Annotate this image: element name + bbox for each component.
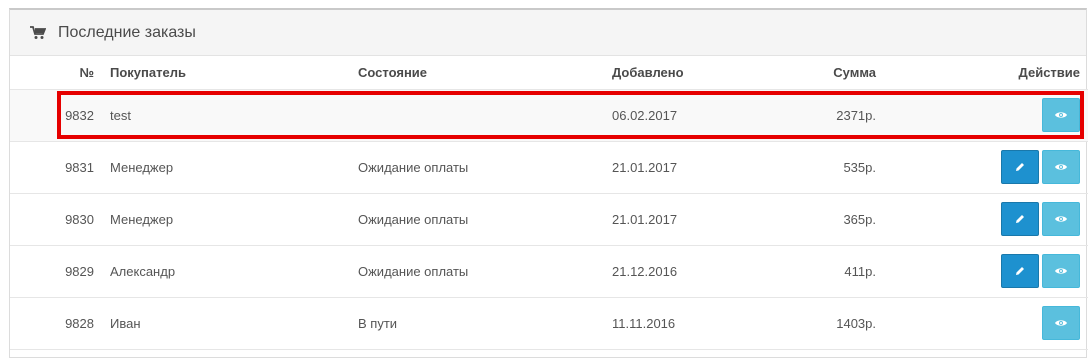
order-total: 2371р. (744, 89, 884, 142)
order-total: 1403р. (744, 297, 884, 350)
order-date: 11.11.2016 (604, 297, 744, 350)
eye-icon (1055, 164, 1067, 170)
order-customer: Александр (102, 245, 350, 298)
eye-icon (1055, 320, 1067, 326)
order-total: 411р. (744, 245, 884, 298)
order-status: Ожидание оплаты (350, 141, 604, 194)
order-status: В пути (350, 297, 604, 350)
recent-orders-panel: Последние заказы № Покупатель Состояние … (9, 8, 1088, 358)
order-customer: Иван (102, 297, 350, 350)
panel-title: Последние заказы (58, 23, 196, 41)
order-id: 9830 (10, 193, 102, 246)
table-row: 9832 test 06.02.2017 2371р. (10, 89, 1088, 142)
column-header-customer[interactable]: Покупатель (102, 56, 350, 90)
table-row: 9830 Менеджер Ожидание оплаты 21.01.2017… (10, 193, 1088, 246)
order-date: 21.01.2017 (604, 141, 744, 194)
edit-order-button[interactable] (1001, 150, 1039, 184)
column-header-date[interactable]: Добавлено (604, 56, 744, 90)
pencil-icon (1016, 267, 1024, 275)
order-id: 9831 (10, 141, 102, 194)
eye-icon (1055, 112, 1067, 118)
order-date: 21.12.2016 (604, 245, 744, 298)
view-order-button[interactable] (1042, 202, 1080, 236)
order-status: Ожидание оплаты (350, 193, 604, 246)
edit-order-button[interactable] (1001, 254, 1039, 288)
order-id: 9832 (10, 89, 102, 142)
order-actions (884, 297, 1088, 350)
pencil-icon (1016, 215, 1024, 223)
order-customer: test (102, 89, 350, 142)
orders-table: № Покупатель Состояние Добавлено Сумма Д… (10, 56, 1088, 350)
table-row: 9829 Александр Ожидание оплаты 21.12.201… (10, 245, 1088, 298)
order-id: 9829 (10, 245, 102, 298)
edit-order-button[interactable] (1001, 202, 1039, 236)
column-header-id[interactable]: № (10, 56, 102, 90)
order-date: 06.02.2017 (604, 89, 744, 142)
order-customer: Менеджер (102, 193, 350, 246)
view-order-button[interactable] (1042, 306, 1080, 340)
order-actions (884, 245, 1088, 298)
column-header-total[interactable]: Сумма (744, 56, 884, 90)
view-order-button[interactable] (1042, 150, 1080, 184)
order-customer: Менеджер (102, 141, 350, 194)
column-header-status[interactable]: Состояние (350, 56, 604, 90)
eye-icon (1055, 216, 1067, 222)
order-actions (884, 193, 1088, 246)
order-total: 535р. (744, 141, 884, 194)
table-row: 9831 Менеджер Ожидание оплаты 21.01.2017… (10, 141, 1088, 194)
order-id: 9828 (10, 297, 102, 350)
view-order-button[interactable] (1042, 254, 1080, 288)
table-row: 9828 Иван В пути 11.11.2016 1403р. (10, 297, 1088, 350)
column-header-action: Действие (884, 56, 1088, 90)
shopping-cart-icon (30, 25, 47, 40)
order-status (350, 89, 604, 142)
eye-icon (1055, 268, 1067, 274)
order-actions (884, 141, 1088, 194)
panel-heading: Последние заказы (10, 10, 1086, 56)
order-total: 365р. (744, 193, 884, 246)
view-order-button[interactable] (1042, 98, 1080, 132)
pencil-icon (1016, 163, 1024, 171)
table-header-row: № Покупатель Состояние Добавлено Сумма Д… (10, 56, 1088, 90)
order-actions (884, 89, 1088, 142)
order-status: Ожидание оплаты (350, 245, 604, 298)
order-date: 21.01.2017 (604, 193, 744, 246)
